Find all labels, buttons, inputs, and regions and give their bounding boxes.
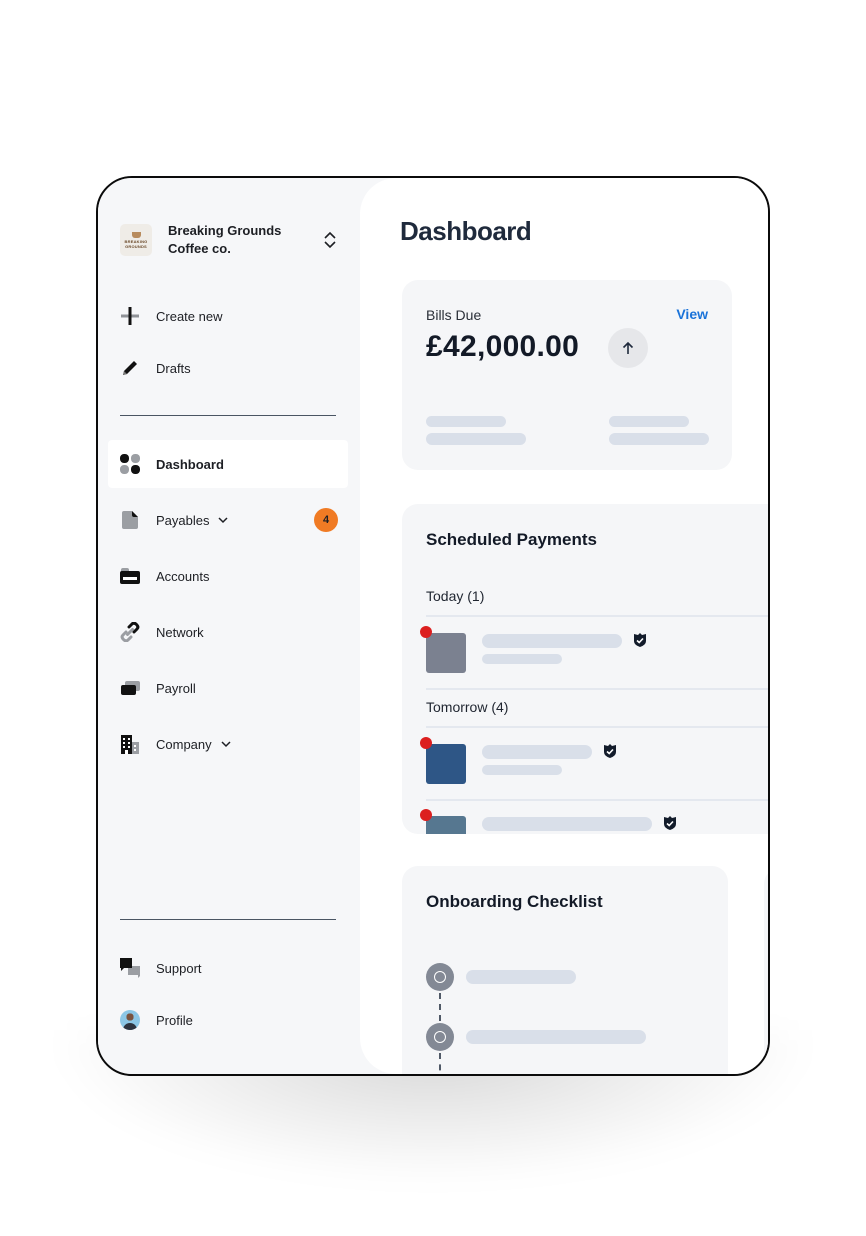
chevron-down-icon[interactable] [220,738,232,750]
org-logo: BREAKING GROUNDS [120,224,152,256]
support-label: Support [156,960,202,976]
payee-thumbnail [426,816,466,834]
pencil-icon [120,358,140,378]
view-bills-link[interactable]: View [676,306,708,322]
payables-count-badge: 4 [314,508,338,532]
create-new-label: Create new [156,308,223,324]
sidebar-footer-divider [120,919,336,920]
scheduled-payments-card: Scheduled Payments Today (1) Tomorrow (4… [402,504,768,834]
avatar [120,1010,140,1030]
sidebar-item-company[interactable]: Company [120,732,338,756]
org-name: Breaking Grounds Coffee co. [168,223,282,256]
network-label: Network [156,624,204,640]
bills-due-amount: £42,000.00 [426,330,580,363]
sidebar-item-payroll[interactable]: Payroll [120,676,338,700]
plus-icon [120,306,140,326]
step-connector [439,993,443,1021]
drafts-label: Drafts [156,360,191,376]
org-switcher[interactable]: BREAKING GROUNDS Breaking Grounds Coffee… [120,222,340,258]
profile-button[interactable]: Profile [120,1008,338,1032]
sidebar-divider [120,415,336,416]
skeleton-line [482,817,652,831]
dashboard-label: Dashboard [156,456,224,472]
company-label: Company [156,736,212,752]
alert-dot [420,809,432,821]
bills-due-label: Bills Due [426,307,482,323]
skeleton-line [609,433,709,445]
wallet-icon [120,566,140,586]
onboarding-title: Onboarding Checklist [426,892,603,911]
group-label-tomorrow: Tomorrow (4) [426,699,509,715]
divider [426,688,768,690]
skeleton-line [482,745,592,759]
link-icon [120,622,140,642]
skeleton-line [466,1030,646,1044]
skeleton-line [426,433,526,445]
divider [426,799,768,801]
skeleton-line [482,765,562,775]
step-circle-icon[interactable] [426,1023,454,1051]
arrow-up-icon [622,341,634,354]
bills-due-card: Bills Due View £42,000.00 [402,280,732,470]
verified-shield-icon [664,816,676,830]
main-content: Dashboard Bills Due View £42,000.00 Sche… [360,178,768,1074]
group-label-today: Today (1) [426,588,485,604]
create-new-button[interactable]: Create new [120,304,338,328]
document-icon [120,510,140,530]
alert-dot [420,737,432,749]
partial-card [764,868,768,1074]
sidebar: BREAKING GROUNDS Breaking Grounds Coffee… [98,178,360,1074]
payee-thumbnail [426,744,466,784]
skeleton-line [482,634,622,648]
sidebar-item-network[interactable]: Network [120,620,338,644]
step-connector [439,1053,443,1074]
logo-text-bottom: GROUNDS [125,243,147,249]
sidebar-item-payables[interactable]: Payables 4 [120,508,338,532]
sidebar-item-dashboard[interactable]: Dashboard [120,452,338,476]
skeleton-line [482,654,562,664]
chevron-up-down-icon[interactable] [322,230,338,250]
payables-label: Payables [156,512,210,528]
skeleton-line [609,416,689,427]
profile-label: Profile [156,1012,193,1028]
support-button[interactable]: Support [120,956,338,980]
skeleton-line [466,970,576,984]
payee-thumbnail [426,633,466,673]
scheduled-payments-title: Scheduled Payments [426,530,598,549]
payroll-label: Payroll [156,680,196,696]
cards-icon [120,678,140,698]
page-title: Dashboard [400,216,532,246]
onboarding-checklist-card: Onboarding Checklist [402,866,728,1074]
accounts-label: Accounts [156,568,210,584]
step-circle-icon[interactable] [426,963,454,991]
dashboard-grid-icon [120,454,140,474]
divider [426,726,768,728]
skeleton-line [426,416,506,427]
coffee-cup-icon [131,231,141,238]
building-icon [120,734,140,754]
device-frame: BREAKING GROUNDS Breaking Grounds Coffee… [96,176,770,1076]
trend-button[interactable] [608,328,648,368]
verified-shield-icon [634,633,646,647]
chat-bubbles-icon [120,958,140,978]
drafts-button[interactable]: Drafts [120,356,338,380]
alert-dot [420,626,432,638]
divider [426,615,768,617]
chevron-down-icon[interactable] [217,514,229,526]
sidebar-item-accounts[interactable]: Accounts [120,564,338,588]
verified-shield-icon [604,744,616,758]
